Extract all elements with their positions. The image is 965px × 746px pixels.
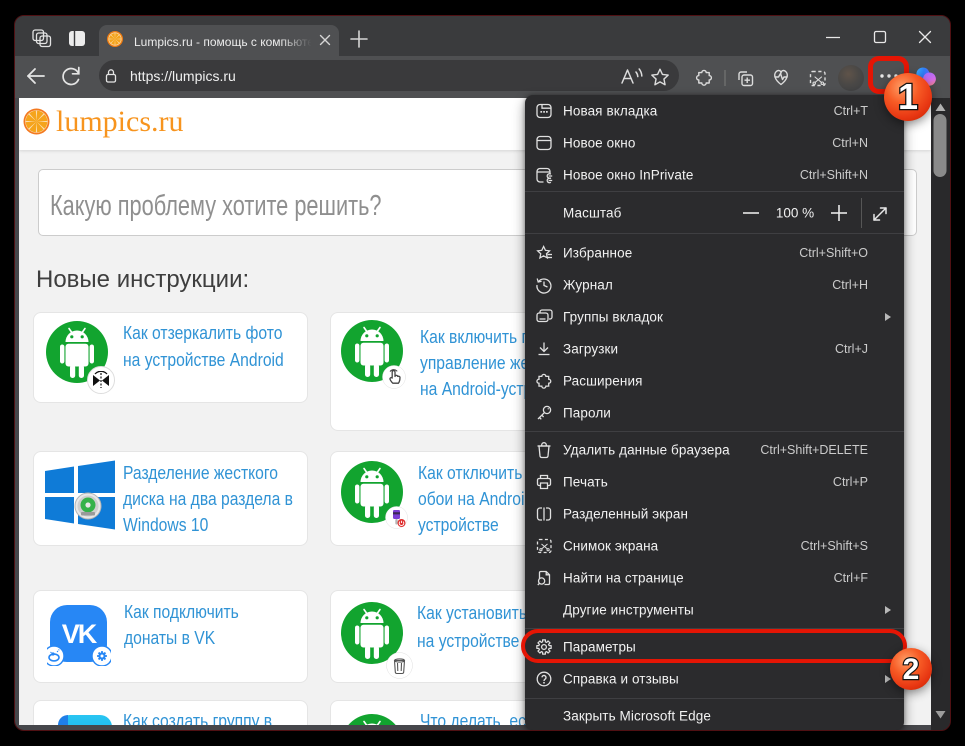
svg-text:1: 1 — [898, 76, 918, 117]
svg-text:VK: VK — [62, 619, 98, 649]
svg-text:2: 2 — [903, 653, 920, 686]
